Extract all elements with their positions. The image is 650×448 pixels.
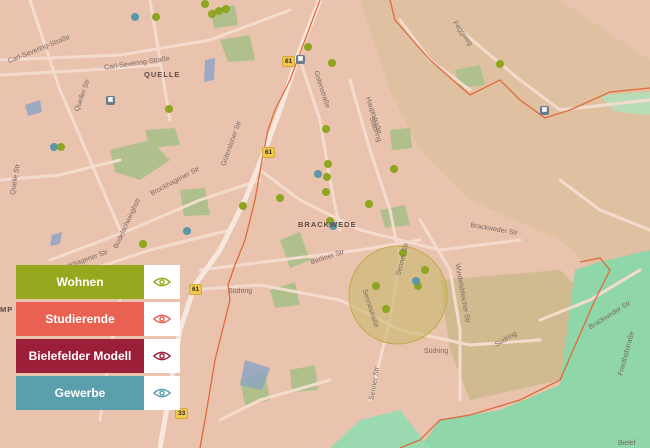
- legend-item-studierende[interactable]: Studierende: [16, 302, 180, 336]
- eye-icon[interactable]: [144, 302, 180, 336]
- wohnen-marker[interactable]: [421, 266, 429, 274]
- legend-label[interactable]: Gewerbe: [16, 376, 144, 410]
- wohnen-marker[interactable]: [152, 13, 160, 21]
- wohnen-marker[interactable]: [399, 249, 407, 257]
- wohnen-marker[interactable]: [372, 282, 380, 290]
- wohnen-marker[interactable]: [382, 305, 390, 313]
- wohnen-marker[interactable]: [322, 125, 330, 133]
- eye-icon[interactable]: [144, 376, 180, 410]
- transit-icon[interactable]: ▣: [540, 106, 549, 115]
- wohnen-marker[interactable]: [201, 0, 209, 8]
- wohnen-marker[interactable]: [276, 194, 284, 202]
- legend-label[interactable]: Bielefelder Modell: [16, 339, 144, 373]
- legend-item-gewerbe[interactable]: Gewerbe: [16, 376, 180, 410]
- gewerbe-marker[interactable]: [131, 13, 139, 21]
- gewerbe-marker[interactable]: [329, 222, 337, 230]
- wohnen-marker[interactable]: [304, 43, 312, 51]
- legend-label[interactable]: Wohnen: [16, 265, 144, 299]
- gewerbe-marker[interactable]: [183, 227, 191, 235]
- wohnen-marker[interactable]: [324, 160, 332, 168]
- wohnen-marker[interactable]: [208, 10, 216, 18]
- road-number-badge: 61: [282, 56, 296, 67]
- transit-icon[interactable]: ▣: [296, 55, 305, 64]
- eye-icon[interactable]: [144, 265, 180, 299]
- wohnen-marker[interactable]: [215, 7, 223, 15]
- legend-item-wohnen[interactable]: Wohnen: [16, 265, 180, 299]
- wohnen-marker[interactable]: [139, 240, 147, 248]
- wohnen-marker[interactable]: [322, 188, 330, 196]
- legend-label[interactable]: Studierende: [16, 302, 144, 336]
- legend-item-bielefelder-modell[interactable]: Bielefelder Modell: [16, 339, 180, 373]
- gewerbe-marker[interactable]: [412, 277, 420, 285]
- road-number-badge: 61: [189, 284, 203, 295]
- layer-legend: Wohnen Studierende Bielefelder Modell Ge…: [16, 265, 180, 413]
- selection-radius-circle: [348, 245, 448, 345]
- wohnen-marker[interactable]: [390, 165, 398, 173]
- wohnen-marker[interactable]: [323, 173, 331, 181]
- wohnen-marker[interactable]: [365, 200, 373, 208]
- wohnen-marker[interactable]: [496, 60, 504, 68]
- transit-icon[interactable]: ▣: [106, 96, 115, 105]
- eye-icon[interactable]: [144, 339, 180, 373]
- road-number-badge: 61: [262, 147, 276, 158]
- wohnen-marker[interactable]: [328, 59, 336, 67]
- gewerbe-marker[interactable]: [314, 170, 322, 178]
- wohnen-marker[interactable]: [165, 105, 173, 113]
- wohnen-marker[interactable]: [57, 143, 65, 151]
- wohnen-marker[interactable]: [239, 202, 247, 210]
- gewerbe-marker[interactable]: [50, 143, 58, 151]
- wohnen-marker[interactable]: [222, 5, 230, 13]
